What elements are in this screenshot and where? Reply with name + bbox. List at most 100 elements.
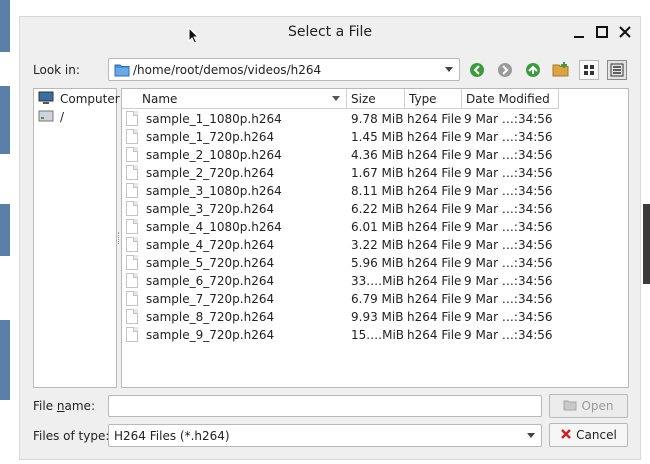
file-icon [126,309,138,324]
file-icon [126,255,138,270]
file-name-cell: sample_1_1080p.h264 [146,112,282,126]
table-row[interactable]: sample_8_720p.h264 9.93 MiB h264 File 9 Mar… [122,308,559,326]
look-in-label: Look in: [33,63,80,77]
file-name-cell: sample_1_720p.h264 [146,130,275,144]
file-icon [126,111,138,126]
file-name-cell: sample_3_1080p.h264 [146,184,282,198]
file-name-cell: sample_2_1080p.h264 [146,148,282,162]
file-size-cell: 9.93 MiB [351,310,404,324]
close-icon[interactable] [616,23,634,41]
look-in-combo[interactable]: /home/root/demos/videos/h264 [108,58,460,81]
detail-view-icon[interactable] [607,60,627,80]
places-sidebar: Computer / [33,88,120,388]
label-mnemonic: n [56,399,65,413]
file-date-cell: 9 Mar …:34:56 [464,256,553,270]
file-type-cell: h264 File [407,112,462,126]
file-date-cell: 9 Mar …:34:56 [464,310,553,324]
file-icon [126,147,138,162]
file-type-cell: h264 File [407,202,462,216]
file-size-cell: 1.67 MiB [351,166,404,180]
open-button[interactable]: Open [549,394,628,418]
open-button-label: Open [581,399,614,413]
file-type-selected: H264 Files (*.h264) [114,429,230,443]
label-text: File [33,399,57,413]
table-row[interactable]: sample_1_720p.h264 1.45 MiB h264 File 9 Mar… [122,128,559,146]
table-row[interactable]: sample_2_720p.h264 1.67 MiB h264 File 9 Mar… [122,164,559,182]
folder-icon [114,63,130,80]
sidebar-item-computer[interactable]: Computer [38,91,120,107]
desktop-strip [643,204,650,284]
table-row[interactable]: sample_3_720p.h264 6.22 MiB h264 File 9 Mar… [122,200,559,218]
label-text: ame: [64,399,95,413]
file-date-cell: 9 Mar …:34:56 [464,202,553,216]
table-row[interactable]: sample_4_1080p.h264 6.01 MiB h264 File 9 Ma… [122,218,559,236]
file-name-cell: sample_6_720p.h264 [146,274,275,288]
file-name-cell: sample_9_720p.h264 [146,328,275,342]
file-name-input[interactable] [108,395,542,417]
file-size-cell: 9.78 MiB [351,112,404,126]
title-bar[interactable]: Select a File [20,17,640,47]
new-folder-icon[interactable] [551,60,571,80]
drive-icon [38,109,54,126]
file-type-cell: h264 File [407,310,462,324]
file-type-cell: h264 File [407,184,462,198]
column-header-name[interactable]: Name [122,89,347,109]
column-header-type[interactable]: Type [405,89,462,109]
up-arrow-icon[interactable] [523,60,543,80]
column-header-date[interactable]: Date Modified [462,89,559,109]
cancel-button[interactable]: Cancel [549,423,628,447]
table-row[interactable]: sample_6_720p.h264 33.…MiB h264 File 9 Mar … [122,272,559,290]
file-date-cell: 9 Mar …:34:56 [464,148,553,162]
chevron-down-icon [527,433,535,438]
mouse-cursor-icon [188,26,200,48]
forward-arrow-icon[interactable] [495,60,515,80]
file-type-cell: h264 File [407,130,462,144]
file-size-cell: 5.96 MiB [351,256,404,270]
sidebar-item-label: Computer [60,92,120,106]
file-date-cell: 9 Mar …:34:56 [464,292,553,306]
file-name-cell: sample_4_720p.h264 [146,238,275,252]
column-header-label: Size [351,92,376,106]
file-date-cell: 9 Mar …:34:56 [464,238,553,252]
computer-icon [38,91,54,108]
file-icon [126,237,138,252]
chevron-down-icon [445,67,453,72]
column-header-size[interactable]: Size [347,89,405,109]
table-row[interactable]: sample_9_720p.h264 15.…MiB h264 File 9 Mar … [122,326,559,344]
file-type-cell: h264 File [407,328,462,342]
column-header-label: Name [142,92,178,106]
file-type-combo[interactable]: H264 Files (*.h264) [108,424,542,447]
file-icon [126,165,138,180]
table-row[interactable]: sample_2_1080p.h264 4.36 MiB h264 File 9 Ma… [122,146,559,164]
file-type-cell: h264 File [407,292,462,306]
table-row[interactable]: sample_1_1080p.h264 9.78 MiB h264 File 9 Ma… [122,110,559,128]
file-icon [126,327,138,342]
file-size-cell: 6.22 MiB [351,202,404,216]
file-name-cell: sample_3_720p.h264 [146,202,275,216]
file-type-cell: h264 File [407,238,462,252]
file-date-cell: 9 Mar …:34:56 [464,184,553,198]
file-icon [126,129,138,144]
table-row[interactable]: sample_4_720p.h264 3.22 MiB h264 File 9 Mar… [122,236,559,254]
maximize-icon[interactable] [593,23,611,41]
file-icon [126,219,138,234]
file-date-cell: 9 Mar …:34:56 [464,274,553,288]
look-in-path: /home/root/demos/videos/h264 [133,63,322,77]
file-size-cell: 6.79 MiB [351,292,404,306]
file-date-cell: 9 Mar …:34:56 [464,220,553,234]
file-type-cell: h264 File [407,166,462,180]
table-row[interactable]: sample_7_720p.h264 6.79 MiB h264 File 9 Mar… [122,290,559,308]
file-size-cell: 6.01 MiB [351,220,404,234]
file-size-cell: 8.11 MiB [351,184,404,198]
desktop-strip [0,0,10,52]
table-row[interactable]: sample_3_1080p.h264 8.11 MiB h264 File 9 Ma… [122,182,559,200]
splitter-handle[interactable] [118,232,120,244]
table-row[interactable]: sample_5_720p.h264 5.96 MiB h264 File 9 Mar… [122,254,559,272]
sidebar-item-root[interactable]: / [38,109,64,125]
file-type-cell: h264 File [407,220,462,234]
list-view-icon[interactable] [579,60,599,80]
file-name-cell: sample_8_720p.h264 [146,310,275,324]
minimize-icon[interactable] [570,23,588,41]
file-date-cell: 9 Mar …:34:56 [464,112,553,126]
back-arrow-icon[interactable] [467,60,487,80]
